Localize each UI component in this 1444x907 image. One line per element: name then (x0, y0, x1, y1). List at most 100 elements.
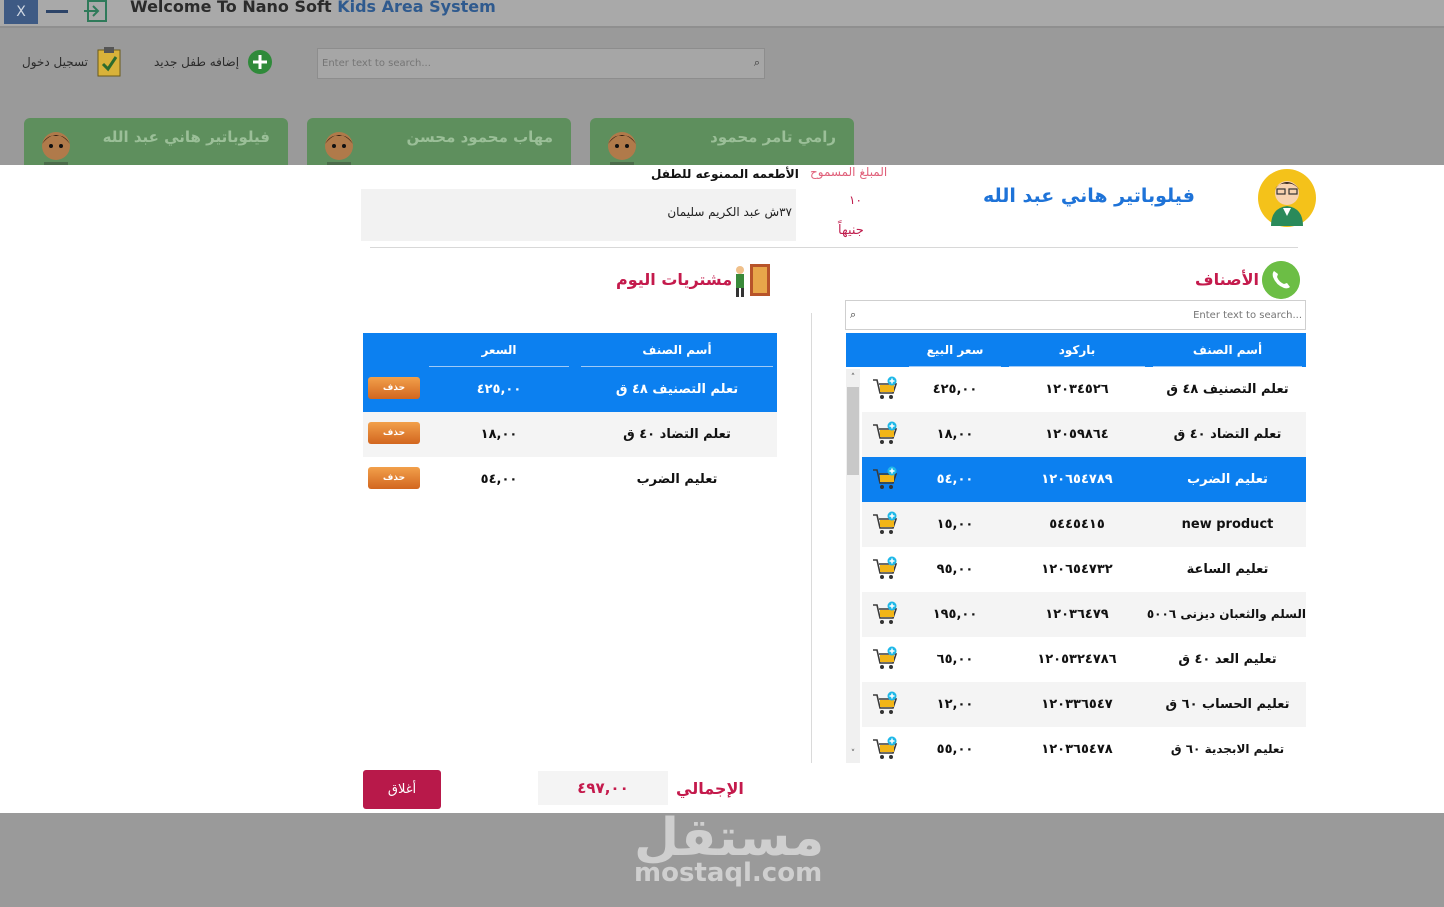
purchase-row[interactable]: حذف ١٨,٠٠ تعلم التضاد ٤٠ ق (363, 412, 777, 457)
today-purchases-title: مشتريات اليوم (616, 270, 733, 289)
column-header-price[interactable]: السعر (425, 333, 573, 367)
child-card-name: فيلوباتير هاني عبد الله (102, 128, 270, 146)
scroll-down-icon[interactable]: ˅ (846, 747, 860, 761)
add-to-cart-icon[interactable] (872, 511, 898, 537)
purchase-price: ٤٢٥,٠٠ (476, 382, 522, 397)
category-price: ١٢,٠٠ (936, 697, 974, 712)
categories-search-box[interactable]: ⌕ (845, 300, 1306, 330)
app-title-accent: Kids Area System (337, 0, 496, 16)
purchase-price: ٥٤,٠٠ (480, 472, 518, 487)
category-price: ٥٤,٠٠ (936, 472, 974, 487)
purchase-row[interactable]: حذف ٤٢٥,٠٠ تعلم التصنيف ٤٨ ق (363, 367, 777, 412)
add-to-cart-icon[interactable] (872, 736, 898, 762)
category-name: new product (1181, 517, 1274, 532)
panel-divider (811, 313, 812, 763)
column-header-name[interactable]: أسم الصنف (1149, 333, 1306, 367)
categories-scrollbar[interactable]: ˄ ˅ (846, 369, 860, 763)
exit-icon[interactable] (82, 0, 108, 22)
allowed-amount-value: ١٠ (849, 193, 862, 207)
category-barcode: ١٢٠٣٦٤٧٩ (1045, 607, 1109, 622)
category-price: ٤٢٥,٠٠ (932, 382, 978, 397)
delete-button[interactable]: حذف (368, 467, 420, 489)
child-card-name: مهاب محمود محسن (406, 128, 553, 146)
add-to-cart-icon[interactable] (872, 601, 898, 627)
children-search-input[interactable] (318, 49, 738, 78)
category-barcode: ١٢٠٣٣٦٥٤٧ (1041, 697, 1113, 712)
category-barcode: ١٢٠٦٥٤٧٣٢ (1041, 562, 1113, 577)
purchase-price: ١٨,٠٠ (480, 427, 518, 442)
purchases-table-header: أسم الصنف السعر (363, 333, 777, 367)
login-button[interactable]: تسجيل دخول (22, 44, 122, 80)
purchase-row[interactable]: حذف ٥٤,٠٠ تعليم الضرب (363, 457, 777, 502)
category-name: تعليم الساعة (1186, 562, 1269, 577)
close-button[interactable]: أغلاق (363, 770, 441, 809)
close-window-button[interactable]: X (4, 0, 38, 24)
category-barcode: ١٢٠٥٩٨٦٤ (1045, 427, 1109, 442)
delete-button[interactable]: حذف (368, 422, 420, 444)
add-child-label: إضافه طفل جديد (154, 55, 240, 69)
category-price: ٦٥,٠٠ (936, 652, 974, 667)
phone-icon (1262, 261, 1300, 299)
minimize-button[interactable] (46, 10, 68, 13)
category-price: ٩٥,٠٠ (936, 562, 974, 577)
category-row[interactable]: ٥٥,٠٠ ١٢٠٣٦٥٤٧٨ تعليم الابجدية ٦٠ ق (862, 727, 1306, 772)
category-row[interactable]: ٥٤,٠٠ ١٢٠٦٥٤٧٨٩ تعليم الضرب (862, 457, 1306, 502)
allowed-amount-label: المبلغ المسموح (810, 165, 888, 179)
forbidden-food-box: ٣٧ش عبد الكريم سليمان (361, 189, 796, 241)
watermark-url: mostaql.com (634, 858, 823, 888)
category-row[interactable]: ٤٢٥,٠٠ ١٢٠٣٤٥٢٦ تعلم التصنيف ٤٨ ق (862, 367, 1306, 412)
column-header-name[interactable]: أسم الصنف (577, 333, 777, 367)
child-card-name: رامي تامر محمود (710, 128, 836, 146)
categories-title: الأصناف (1195, 270, 1259, 289)
category-price: ١٥,٠٠ (936, 517, 974, 532)
add-to-cart-icon[interactable] (872, 466, 898, 492)
category-name: تعليم العد ٤٠ ق (1178, 652, 1277, 667)
plus-circle-icon (248, 50, 273, 74)
category-barcode: ١٢٠٣٤٥٢٦ (1045, 382, 1109, 397)
search-icon: ⌕ (850, 308, 857, 321)
category-barcode: ١٢٠٥٣٢٤٧٨٦ (1037, 652, 1117, 667)
search-icon: ⌕ (753, 56, 760, 69)
category-name: تعليم الضرب (1187, 472, 1268, 487)
add-to-cart-icon[interactable] (872, 556, 898, 582)
purchase-name: تعليم الضرب (636, 472, 718, 487)
forbidden-food-title: الأطعمه الممنوعه للطفل (651, 167, 799, 181)
category-barcode: ٥٤٤٥٤١٥ (1049, 517, 1105, 532)
shop-icon (736, 264, 770, 297)
category-name: تعلم التصنيف ٤٨ ق (1166, 382, 1289, 397)
category-price: ١٩٥,٠٠ (932, 607, 978, 622)
scroll-up-icon[interactable]: ˄ (846, 371, 860, 385)
purchases-table-body: حذف ٤٢٥,٠٠ تعلم التصنيف ٤٨ ق حذف ١٨,٠٠ تعلم ا… (363, 367, 777, 763)
allowed-amount-currency: جنيهاً (838, 223, 864, 238)
category-price: ٥٥,٠٠ (936, 742, 974, 757)
add-to-cart-icon[interactable] (872, 646, 898, 672)
category-row[interactable]: ١٥,٠٠ ٥٤٤٥٤١٥ new product (862, 502, 1306, 547)
delete-button[interactable]: حذف (368, 377, 420, 399)
add-to-cart-icon[interactable] (872, 691, 898, 717)
purchase-name: تعلم التصنيف ٤٨ ق (615, 382, 739, 397)
column-header-price[interactable]: سعر البيع (905, 333, 1005, 367)
app-title: Welcome To Nano Soft Kids Area System (130, 0, 496, 16)
category-barcode: ١٢٠٦٥٤٧٨٩ (1041, 472, 1113, 487)
app-title-prefix: Welcome To Nano Soft (130, 0, 332, 16)
child-avatar-icon (1258, 169, 1316, 227)
category-row[interactable]: ١٩٥,٠٠ ١٢٠٣٦٤٧٩ السلم والثعبان ديزنى ٥٠٠٦ (862, 592, 1306, 637)
category-row[interactable]: ١٨,٠٠ ١٢٠٥٩٨٦٤ تعلم التضاد ٤٠ ق (862, 412, 1306, 457)
category-row[interactable]: ٩٥,٠٠ ١٢٠٦٥٤٧٣٢ تعليم الساعة (862, 547, 1306, 592)
login-label: تسجيل دخول (22, 55, 88, 69)
scroll-thumb[interactable] (847, 387, 859, 475)
clipboard-check-icon (97, 47, 121, 77)
column-header-barcode[interactable]: باركود (1005, 333, 1149, 367)
forbidden-food-text: ٣٧ش عبد الكريم سليمان (667, 205, 792, 219)
category-row[interactable]: ٦٥,٠٠ ١٢٠٥٣٢٤٧٨٦ تعليم العد ٤٠ ق (862, 637, 1306, 682)
category-row[interactable]: ١٢,٠٠ ١٢٠٣٣٦٥٤٧ تعليم الحساب ٦٠ ق (862, 682, 1306, 727)
add-to-cart-icon[interactable] (872, 376, 898, 402)
categories-search-input[interactable] (864, 301, 1302, 329)
add-child-button[interactable]: إضافه طفل جديد (154, 44, 273, 80)
category-price: ١٨,٠٠ (936, 427, 974, 442)
child-name-heading: فيلوباتير هاني عبد الله (983, 185, 1195, 207)
add-to-cart-icon[interactable] (872, 421, 898, 447)
children-search-box[interactable]: ⌕ (317, 48, 765, 79)
total-value: ٤٩٧,٠٠ (538, 771, 668, 805)
category-name: السلم والثعبان ديزنى ٥٠٠٦ (1146, 607, 1306, 621)
